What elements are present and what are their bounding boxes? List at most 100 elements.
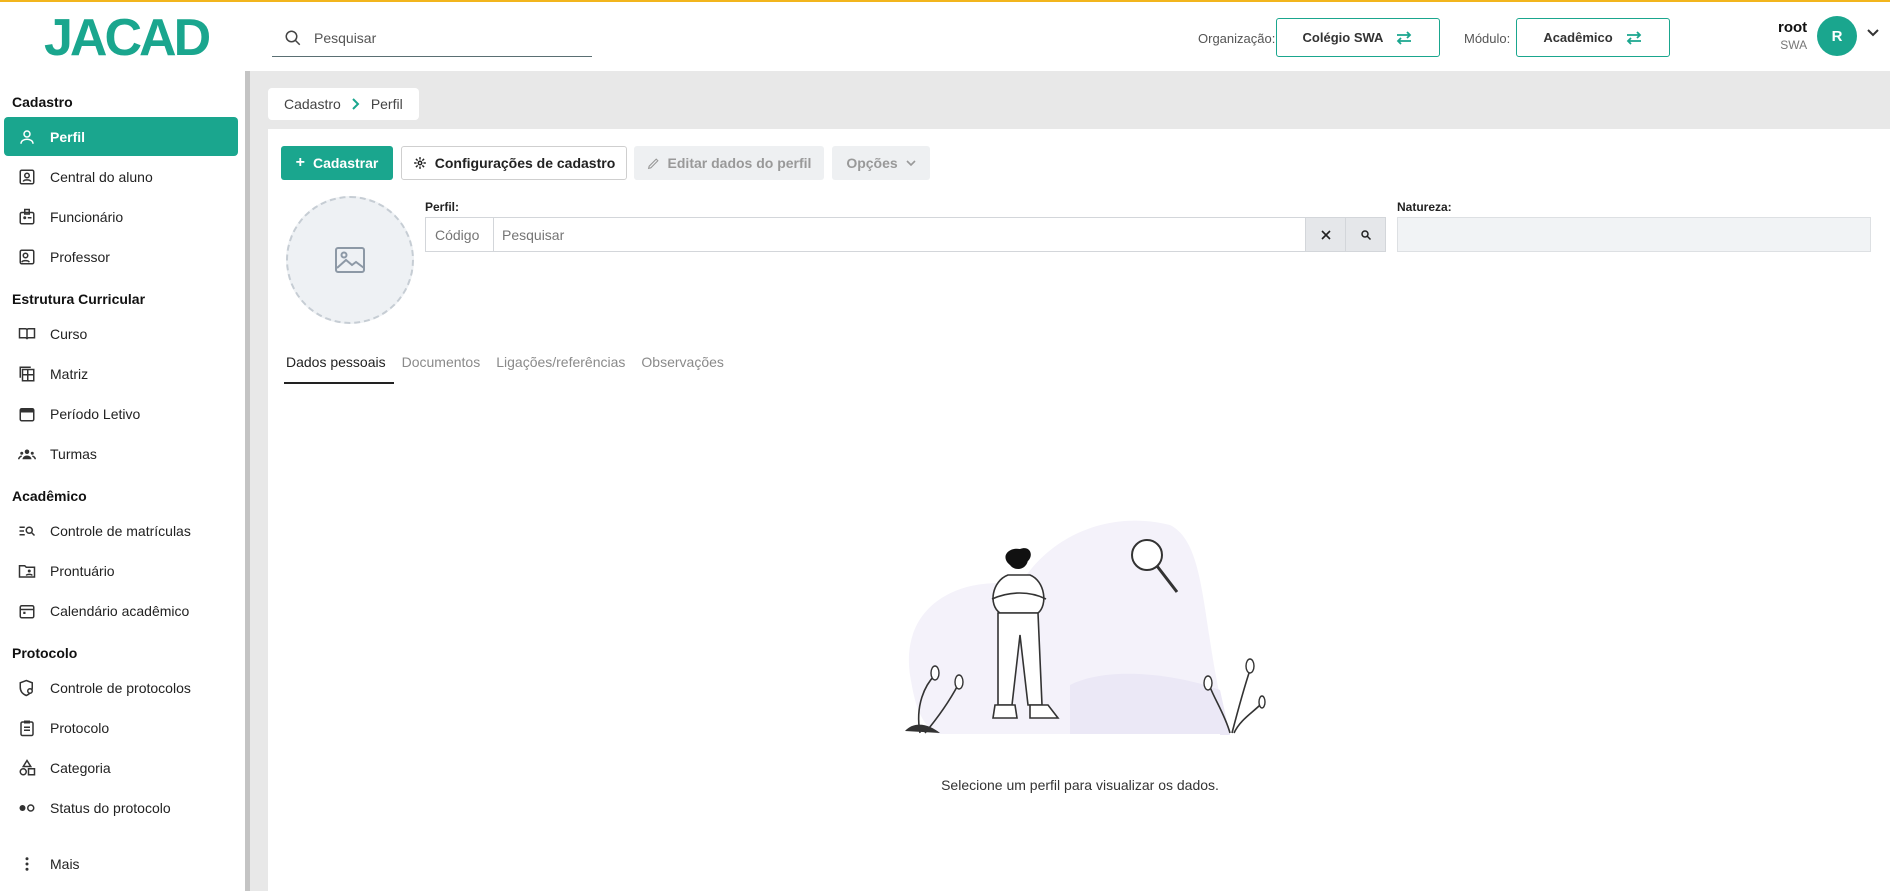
natureza-label: Natureza: xyxy=(1397,200,1452,214)
sidebar-item-prontuario[interactable]: Prontuário xyxy=(4,551,238,590)
sidebar-item-label: Controle de protocolos xyxy=(50,679,191,696)
sidebar-item-categoria[interactable]: Categoria xyxy=(4,748,238,787)
sidebar-item-label: Categoria xyxy=(50,759,111,776)
sidebar-item-label: Controle de matrículas xyxy=(50,522,191,539)
calendar-icon xyxy=(19,604,35,618)
sidebar-section-academico: Acadêmico xyxy=(12,488,87,504)
plus-icon: + xyxy=(295,154,305,171)
avatar[interactable]: R xyxy=(1817,16,1857,56)
swap-icon xyxy=(1626,30,1641,45)
sidebar-item-status-protocolo[interactable]: Status do protocolo xyxy=(4,788,238,827)
sidebar-item-central-aluno[interactable]: Central do aluno xyxy=(4,157,238,196)
code-input[interactable] xyxy=(426,218,494,251)
sidebar-item-calendario[interactable]: Calendário acadêmico xyxy=(4,591,238,630)
create-button-label: Cadastrar xyxy=(312,155,379,171)
jacad-logo[interactable]: JACAD xyxy=(44,9,211,67)
pencil-icon xyxy=(647,157,659,169)
list-search-icon xyxy=(19,526,36,536)
user-name: root xyxy=(1778,19,1808,36)
image-icon xyxy=(335,247,365,273)
org-switch-button[interactable]: Colégio SWA xyxy=(1276,18,1440,57)
config-button[interactable]: Configurações de cadastro xyxy=(401,146,627,180)
calendar-icon xyxy=(19,407,35,421)
sidebar-item-controle-protocolos[interactable]: Controle de protocolos xyxy=(4,668,238,707)
org-value: Colégio SWA xyxy=(1302,30,1384,45)
edit-profile-label: Editar dados do perfil xyxy=(667,155,812,171)
edit-profile-button[interactable]: Editar dados do perfil xyxy=(634,146,824,180)
sidebar-item-controle-matriculas[interactable]: Controle de matrículas xyxy=(4,511,238,550)
profile-photo-placeholder[interactable] xyxy=(286,196,414,324)
sidebar-item-professor[interactable]: Professor xyxy=(4,237,238,276)
chevron-down-icon xyxy=(906,160,916,167)
tab-documentos[interactable]: Documentos xyxy=(400,350,489,384)
global-search[interactable] xyxy=(272,20,592,57)
options-button[interactable]: Opções xyxy=(832,146,930,180)
book-icon xyxy=(18,327,36,339)
user-info[interactable]: root SWA xyxy=(1778,19,1807,52)
shield-search-icon xyxy=(19,679,33,696)
sidebar-item-label: Perfil xyxy=(50,128,86,145)
sidebar: Cadastro Perfil Central do aluno Funcion… xyxy=(0,71,247,891)
sidebar-item-label: Central do aluno xyxy=(50,168,153,185)
empty-state-illustration xyxy=(900,520,1266,736)
perfil-search-input[interactable] xyxy=(494,218,1305,251)
perfil-label: Perfil: xyxy=(425,200,460,214)
student-card-icon xyxy=(19,169,35,184)
group-icon xyxy=(18,449,36,459)
folder-person-icon xyxy=(18,564,36,578)
gear-icon xyxy=(413,157,426,169)
search-icon xyxy=(285,30,301,46)
sidebar-item-label: Matriz xyxy=(50,365,89,382)
breadcrumb: Cadastro Perfil xyxy=(268,88,419,120)
sidebar-item-mais[interactable]: Mais xyxy=(4,844,238,883)
tab-ligacoes[interactable]: Ligações/referências xyxy=(494,350,633,384)
sidebar-item-perfil[interactable]: Perfil xyxy=(4,117,238,156)
tab-observacoes[interactable]: Observações xyxy=(639,350,731,384)
sidebar-item-periodo-letivo[interactable]: Período Letivo xyxy=(4,394,238,433)
sidebar-item-label: Professor xyxy=(50,248,110,265)
sidebar-item-curso[interactable]: Curso xyxy=(4,314,238,353)
clear-button[interactable] xyxy=(1305,218,1345,251)
more-vertical-icon xyxy=(25,856,29,871)
module-switch-button[interactable]: Acadêmico xyxy=(1516,18,1670,57)
badge-icon xyxy=(19,208,35,224)
user-org: SWA xyxy=(1780,38,1808,52)
sidebar-item-label: Turmas xyxy=(50,445,97,462)
empty-state-message: Selecione um perfil para visualizar os d… xyxy=(941,777,1219,793)
clipboard-icon xyxy=(20,720,34,736)
sidebar-item-protocolo[interactable]: Protocolo xyxy=(4,708,238,747)
logo-text: JACAD xyxy=(44,9,211,67)
sidebar-item-label: Calendário acadêmico xyxy=(50,602,190,619)
status-dots-icon xyxy=(19,803,35,812)
sidebar-item-funcionario[interactable]: Funcionário xyxy=(4,197,238,236)
module-label: Módulo: xyxy=(1464,31,1511,46)
chevron-right-icon xyxy=(352,98,360,110)
org-label: Organização: xyxy=(1198,31,1276,46)
sidebar-section-cadastro: Cadastro xyxy=(12,94,73,110)
breadcrumb-current: Perfil xyxy=(370,96,403,112)
search-button[interactable] xyxy=(1345,218,1385,251)
sidebar-item-label: Status do protocolo xyxy=(50,799,171,816)
config-button-label: Configurações de cadastro xyxy=(434,155,616,171)
app-header: JACAD Organização: Colégio SWA Módulo: A… xyxy=(0,2,1890,71)
category-icon xyxy=(19,758,36,775)
create-button[interactable]: + Cadastrar xyxy=(281,146,393,180)
sidebar-item-label: Curso xyxy=(50,325,88,342)
sidebar-section-protocolo: Protocolo xyxy=(12,645,78,661)
sidebar-item-label: Prontuário xyxy=(50,562,115,579)
sidebar-item-matriz[interactable]: Matriz xyxy=(4,354,238,393)
chevron-down-icon[interactable] xyxy=(1866,28,1880,38)
breadcrumb-root[interactable]: Cadastro xyxy=(284,96,341,112)
natureza-field xyxy=(1397,217,1871,252)
sidebar-item-label: Mais xyxy=(50,855,80,872)
global-search-input[interactable] xyxy=(314,30,554,46)
sidebar-item-turmas[interactable]: Turmas xyxy=(4,434,238,473)
search-icon xyxy=(1360,229,1371,240)
sidebar-item-label: Período Letivo xyxy=(50,405,141,422)
teacher-icon xyxy=(19,249,35,264)
perfil-field xyxy=(425,217,1386,252)
sidebar-item-label: Funcionário xyxy=(50,208,124,225)
tab-bar: Dados pessoais Documentos Ligações/refer… xyxy=(284,350,738,384)
options-label: Opções xyxy=(846,155,898,171)
tab-dados-pessoais[interactable]: Dados pessoais xyxy=(284,350,394,384)
